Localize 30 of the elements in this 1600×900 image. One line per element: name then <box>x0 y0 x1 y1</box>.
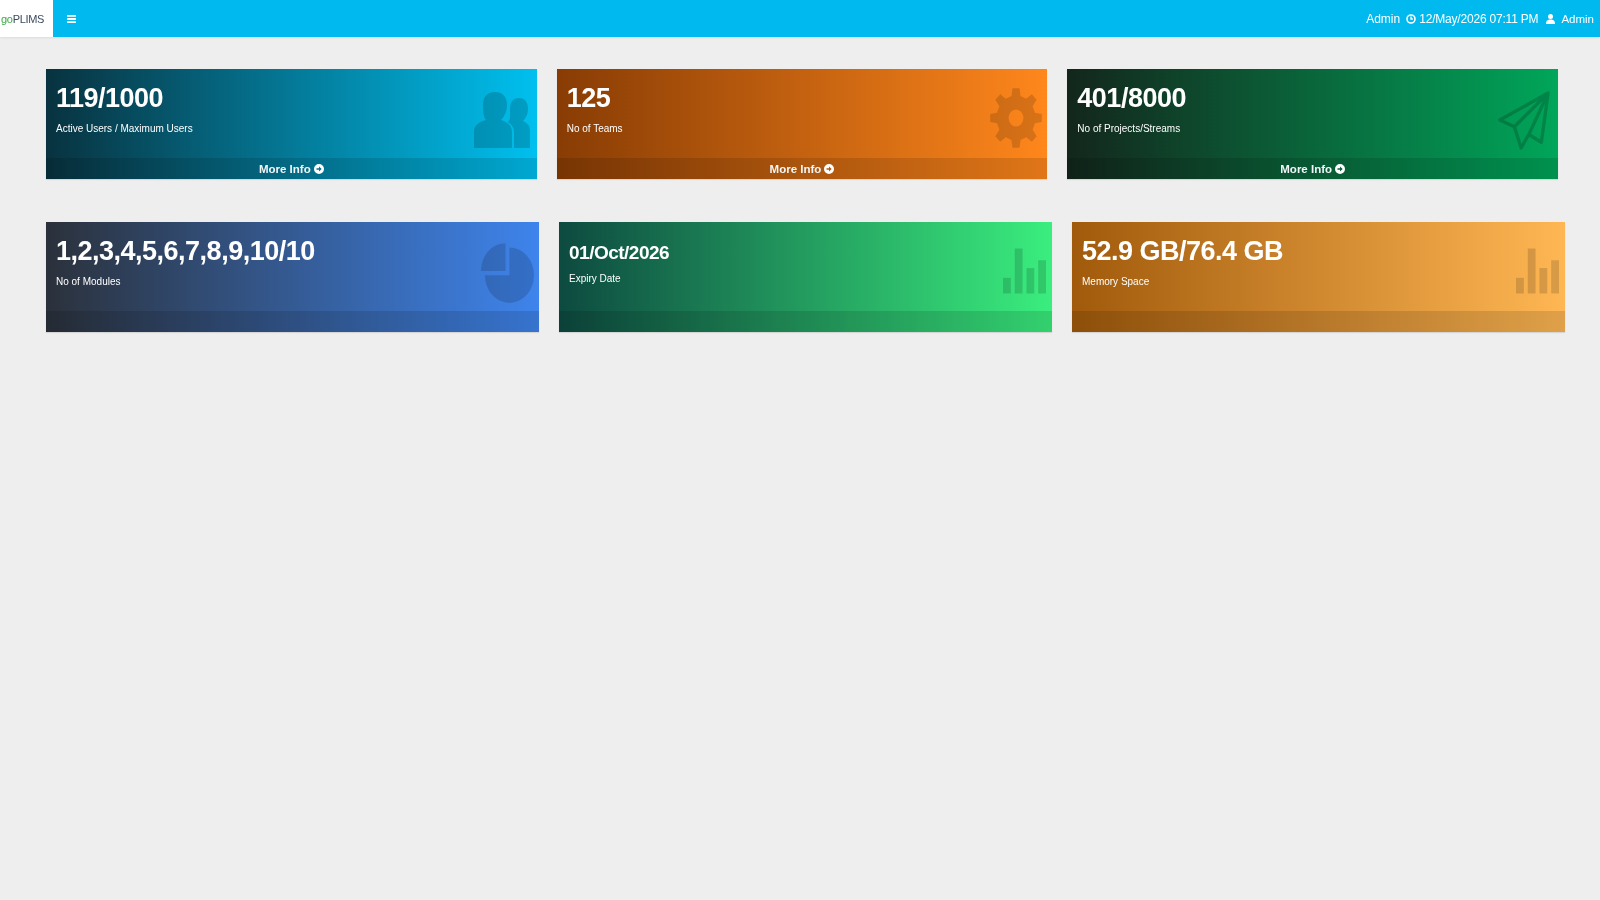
menu-icon[interactable] <box>67 14 76 23</box>
date-time: 12/May/2026 07:11 PM <box>1419 11 1539 26</box>
stat-value: 125 <box>566 82 611 114</box>
bar-chart-icon <box>1516 248 1559 294</box>
paper-plane-icon <box>1497 90 1551 152</box>
stat-value: 119/1000 <box>56 82 164 114</box>
bar-chart-icon <box>1003 248 1046 294</box>
stat-label: No of Modules <box>56 275 121 288</box>
stat-value: 01/Oct/2026 <box>569 241 670 265</box>
stat-label: Memory Space <box>1082 275 1150 288</box>
gear-icon <box>990 88 1043 148</box>
stat-value: 52.9 GB/76.4 GB <box>1082 235 1284 267</box>
pie-chart-icon <box>479 240 534 304</box>
arrow-circle-right-icon <box>1335 163 1346 174</box>
stat-label: No of Teams <box>566 122 623 135</box>
app-logo[interactable]: goPLIMS <box>0 0 53 37</box>
more-info-link[interactable]: More Info <box>1067 158 1558 179</box>
arrow-circle-right-icon <box>313 163 324 174</box>
clock-icon <box>1406 13 1417 24</box>
more-info-link[interactable]: More Info <box>46 158 537 179</box>
user-icon <box>1546 13 1556 24</box>
stat-label: No of Projects/Streams <box>1077 122 1181 135</box>
stat-value: 401/8000 <box>1077 82 1186 114</box>
users-icon <box>473 92 530 148</box>
more-info-link[interactable]: More Info <box>556 158 1048 179</box>
stat-label: Expiry Date <box>569 272 621 285</box>
stat-value: 1,2,3,4,5,6,7,8,9,10/10 <box>56 235 315 267</box>
user-name: Admin <box>1366 11 1401 26</box>
arrow-circle-right-icon <box>824 163 835 174</box>
stat-label: Active Users / Maximum Users <box>56 122 193 135</box>
